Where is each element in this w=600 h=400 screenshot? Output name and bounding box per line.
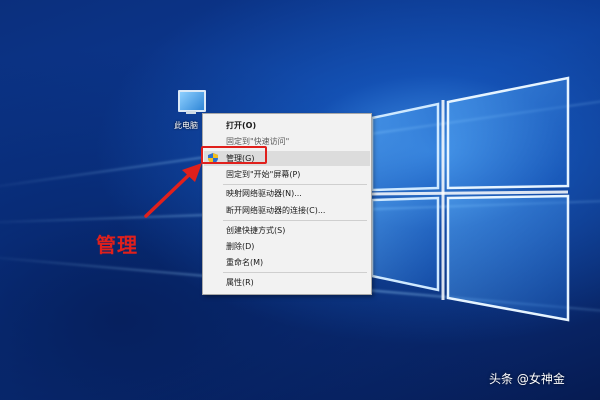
menu-item-create-shortcut[interactable]: 创建快捷方式(S) <box>204 223 370 238</box>
desktop-icon-label: 此电脑 <box>174 121 198 130</box>
menu-separator <box>223 272 367 273</box>
menu-item-properties[interactable]: 属性(R) <box>204 275 370 290</box>
menu-item-delete[interactable]: 删除(D) <box>204 239 370 254</box>
menu-item-pin-start[interactable]: 固定到"开始"屏幕(P) <box>204 167 370 182</box>
context-menu: 打开(O) 固定到"快速访问" 管理(G) 固定到"开始"屏幕(P) 映射网络驱… <box>202 113 372 295</box>
watermark: 头条 @女神金 <box>489 372 565 386</box>
annotation-label: 管理 <box>96 233 138 257</box>
menu-item-map-network-drive[interactable]: 映射网络驱动器(N)... <box>204 186 370 201</box>
menu-separator <box>223 220 367 221</box>
monitor-icon <box>178 90 206 112</box>
menu-separator <box>223 184 367 185</box>
desktop-background: 此电脑 打开(O) 固定到"快速访问" 管理(G) 固定到"开始"屏幕(P) 映… <box>0 0 600 400</box>
menu-item-disconnect-network-drive[interactable]: 断开网络驱动器的连接(C)... <box>204 203 370 218</box>
highlight-box <box>201 146 267 164</box>
menu-item-open[interactable]: 打开(O) <box>204 118 370 133</box>
menu-item-rename[interactable]: 重命名(M) <box>204 255 370 270</box>
red-arrow-icon <box>144 163 202 218</box>
